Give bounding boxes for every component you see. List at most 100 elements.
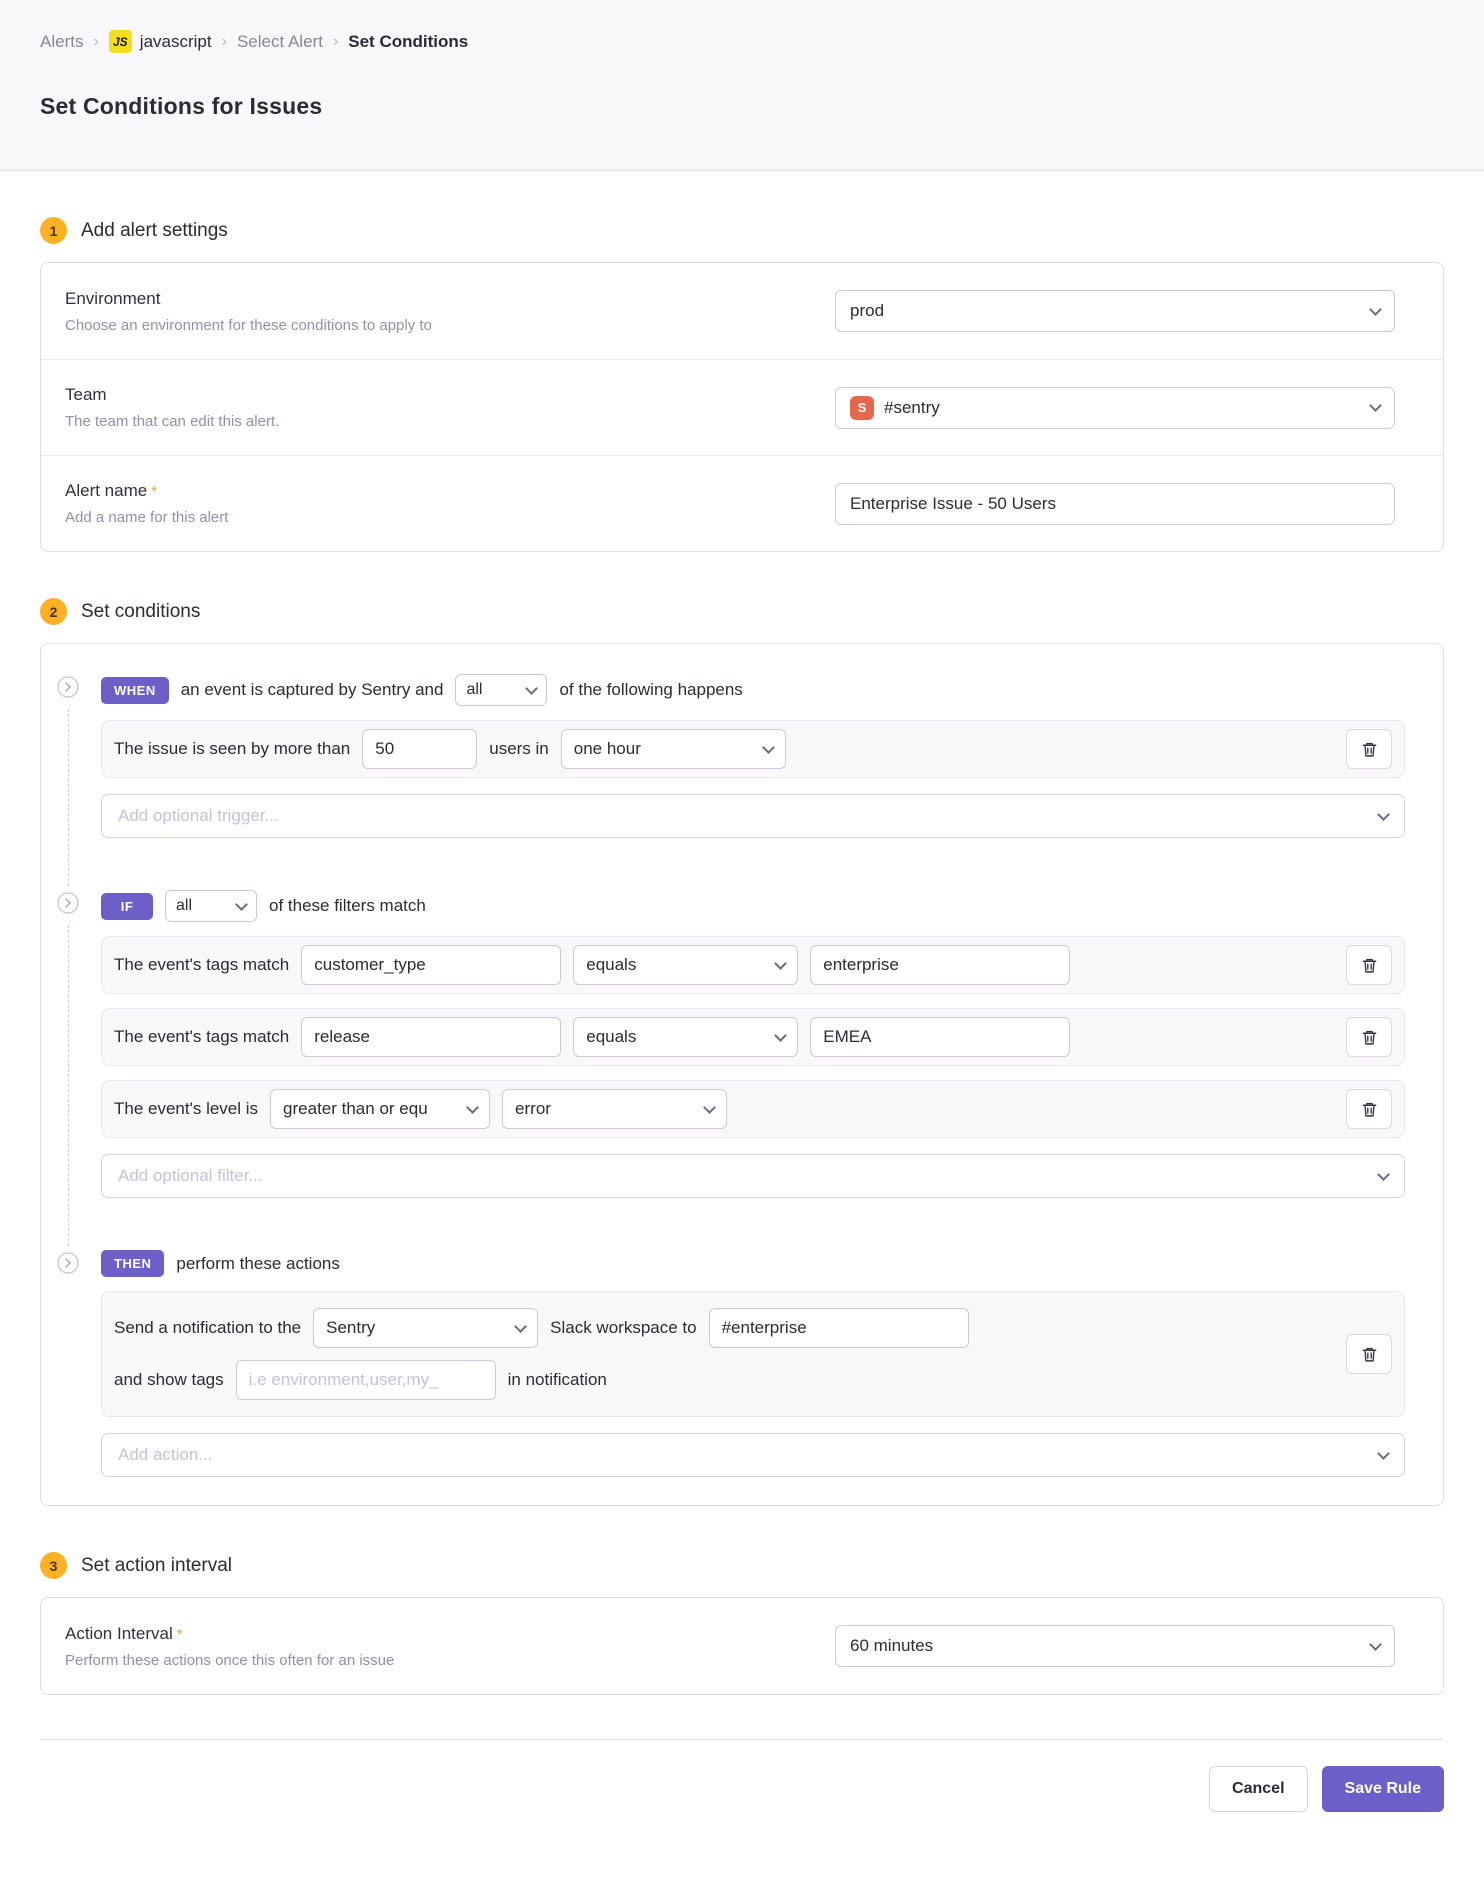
- chevron-down-icon: [1369, 303, 1382, 316]
- if-match-value: all: [176, 897, 192, 915]
- add-filter-dropdown[interactable]: Add optional filter...: [101, 1154, 1405, 1198]
- alert-name-labels: Alert name* Add a name for this alert: [65, 481, 228, 526]
- tag-key-input[interactable]: [301, 1017, 561, 1057]
- breadcrumb-select-alert[interactable]: Select Alert: [237, 32, 323, 52]
- alert-name-label: Alert name*: [65, 481, 228, 501]
- level-value-select[interactable]: error: [502, 1089, 727, 1129]
- add-trigger-dropdown[interactable]: Add optional trigger...: [101, 794, 1405, 838]
- chevron-down-icon: [1377, 1447, 1390, 1460]
- when-match-select[interactable]: all: [455, 674, 547, 706]
- if-sentence: IF all of these filters match: [101, 886, 1405, 922]
- channel-input[interactable]: [709, 1308, 969, 1348]
- action-interval-value: 60 minutes: [850, 1636, 933, 1656]
- chevron-down-icon: [762, 741, 775, 754]
- action-interval-label: Action Interval*: [65, 1624, 394, 1644]
- level-operator-value: greater than or equ: [283, 1099, 428, 1119]
- collapse-chevron-icon[interactable]: [57, 676, 79, 703]
- tag-key-input[interactable]: [301, 945, 561, 985]
- tag-value-input[interactable]: [810, 1017, 1070, 1057]
- filter-row-tags-2: The event's tags match equals: [101, 1008, 1405, 1066]
- if-badge: IF: [101, 893, 153, 920]
- action-text-2: Slack workspace to: [550, 1318, 696, 1338]
- section-conditions-heading: 2 Set conditions: [40, 598, 1444, 625]
- step-1-badge: 1: [40, 217, 67, 244]
- filter-row-tags-1: The event's tags match equals: [101, 936, 1405, 994]
- chevron-down-icon: [235, 898, 248, 911]
- action-interval-select[interactable]: 60 minutes: [835, 1625, 1395, 1667]
- tag-operator-select[interactable]: equals: [573, 1017, 798, 1057]
- action-interval-row: Action Interval* Perform these actions o…: [41, 1598, 1443, 1694]
- alert-name-row: Alert name* Add a name for this alert: [41, 455, 1443, 551]
- team-help: The team that can edit this alert.: [65, 413, 279, 430]
- breadcrumb-set-conditions: Set Conditions: [348, 32, 468, 52]
- user-count-input[interactable]: [362, 729, 477, 769]
- trash-icon: [1361, 957, 1378, 974]
- save-rule-button[interactable]: Save Rule: [1322, 1766, 1444, 1812]
- environment-select[interactable]: prod: [835, 290, 1395, 332]
- chevron-down-icon: [1369, 399, 1382, 412]
- section-title: Set conditions: [81, 601, 200, 623]
- trash-icon: [1361, 1029, 1378, 1046]
- add-trigger-placeholder: Add optional trigger...: [118, 806, 279, 826]
- delete-filter-button[interactable]: [1346, 1089, 1392, 1129]
- section-action-interval-heading: 3 Set action interval: [40, 1552, 1444, 1579]
- chevron-down-icon: [1369, 1638, 1382, 1651]
- trigger-text-2: users in: [489, 739, 549, 759]
- action-text-1: Send a notification to the: [114, 1318, 301, 1338]
- breadcrumb-project[interactable]: JS javascript: [109, 30, 212, 53]
- collapse-chevron-icon[interactable]: [57, 1252, 79, 1279]
- if-match-select[interactable]: all: [165, 890, 257, 922]
- environment-label: Environment: [65, 289, 432, 309]
- delete-filter-button[interactable]: [1346, 945, 1392, 985]
- chevron-down-icon: [526, 682, 539, 695]
- breadcrumb-alerts[interactable]: Alerts: [40, 32, 83, 52]
- environment-labels: Environment Choose an environment for th…: [65, 289, 432, 334]
- collapse-chevron-icon[interactable]: [57, 892, 79, 919]
- breadcrumb-separator: ›: [333, 33, 338, 51]
- when-text-before: an event is captured by Sentry and: [181, 680, 444, 700]
- when-badge: WHEN: [101, 677, 169, 704]
- filter-row-level: The event's level is greater than or equ…: [101, 1080, 1405, 1138]
- add-action-dropdown[interactable]: Add action...: [101, 1433, 1405, 1477]
- alert-settings-panel: Environment Choose an environment for th…: [40, 262, 1444, 552]
- when-match-value: all: [466, 681, 482, 699]
- tag-value-input[interactable]: [810, 945, 1070, 985]
- footer-actions: Cancel Save Rule: [40, 1739, 1444, 1812]
- breadcrumb-project-label: javascript: [140, 32, 212, 52]
- page-title: Set Conditions for Issues: [40, 93, 1444, 120]
- team-labels: Team The team that can edit this alert.: [65, 385, 279, 430]
- chevron-down-icon: [774, 957, 787, 970]
- team-select[interactable]: S #sentry: [835, 387, 1395, 429]
- filter-label: The event's level is: [114, 1099, 258, 1119]
- team-row: Team The team that can edit this alert. …: [41, 359, 1443, 455]
- environment-value: prod: [850, 301, 884, 321]
- alert-name-input[interactable]: [835, 483, 1395, 525]
- environment-help: Choose an environment for these conditio…: [65, 317, 432, 334]
- trash-icon: [1361, 741, 1378, 758]
- add-filter-placeholder: Add optional filter...: [118, 1166, 263, 1186]
- cancel-button[interactable]: Cancel: [1209, 1766, 1307, 1812]
- delete-filter-button[interactable]: [1346, 1017, 1392, 1057]
- action-text-3: and show tags: [114, 1370, 224, 1390]
- level-operator-select[interactable]: greater than or equ: [270, 1089, 490, 1129]
- interval-select[interactable]: one hour: [561, 729, 786, 769]
- breadcrumb-separator: ›: [222, 33, 227, 51]
- then-badge: THEN: [101, 1250, 164, 1277]
- section-alert-settings-heading: 1 Add alert settings: [40, 217, 1444, 244]
- show-tags-input[interactable]: [236, 1360, 496, 1400]
- workspace-select[interactable]: Sentry: [313, 1308, 538, 1348]
- delete-action-button[interactable]: [1346, 1334, 1392, 1374]
- when-sentence: WHEN an event is captured by Sentry and …: [101, 670, 1405, 706]
- alert-name-help: Add a name for this alert: [65, 509, 228, 526]
- tag-operator-value: equals: [586, 1027, 636, 1047]
- team-label: Team: [65, 385, 279, 405]
- javascript-platform-icon: JS: [109, 30, 132, 53]
- action-interval-help: Perform these actions once this often fo…: [65, 1652, 394, 1669]
- tag-operator-select[interactable]: equals: [573, 945, 798, 985]
- then-text-after: perform these actions: [176, 1254, 339, 1274]
- delete-trigger-button[interactable]: [1346, 729, 1392, 769]
- tag-operator-value: equals: [586, 955, 636, 975]
- level-value: error: [515, 1099, 551, 1119]
- action-interval-panel: Action Interval* Perform these actions o…: [40, 1597, 1444, 1695]
- team-avatar: S: [850, 396, 874, 420]
